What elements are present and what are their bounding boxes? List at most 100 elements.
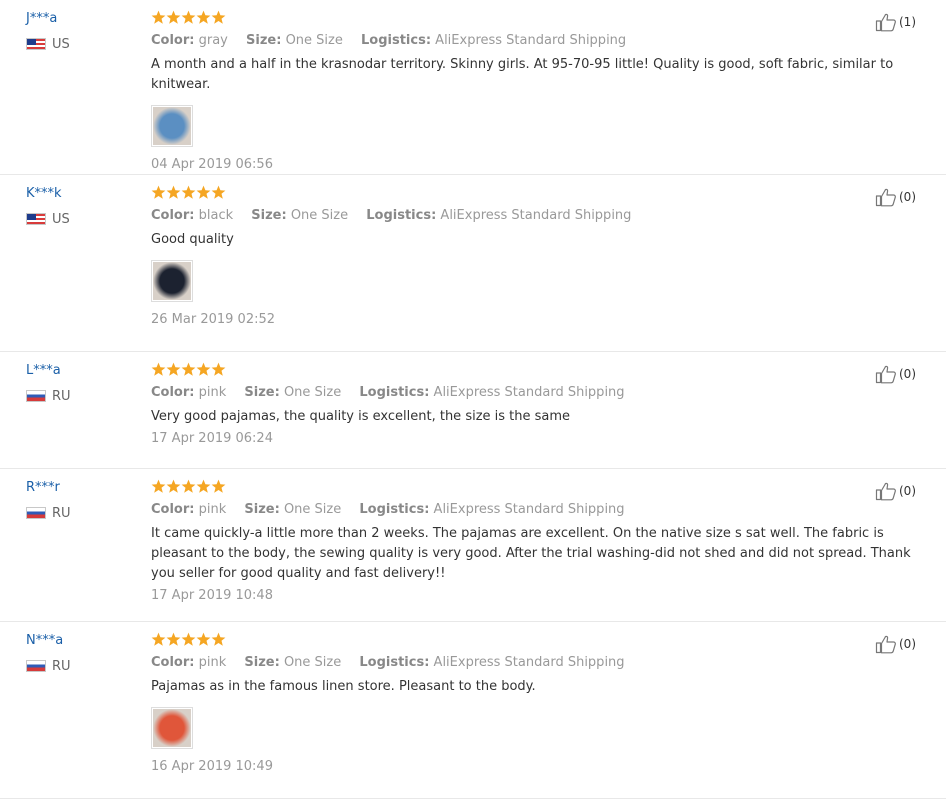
- size-label: Size:: [244, 502, 280, 517]
- review-photo-thumbnail[interactable]: [151, 105, 193, 147]
- star-icon: [196, 362, 211, 377]
- review-date: 17 Apr 2019 06:24: [151, 431, 273, 446]
- star-icon: [181, 185, 196, 200]
- review-text: Pajamas as in the famous linen store. Pl…: [151, 679, 536, 694]
- review-text: It came quickly-a little more than 2 wee…: [151, 526, 911, 581]
- logistics-label: Logistics:: [361, 33, 432, 48]
- reviewer-name[interactable]: L***a: [26, 362, 71, 380]
- review-item: N***a RU Color: pink Size: One Size Logi…: [0, 622, 946, 799]
- review-date: 26 Mar 2019 02:52: [151, 312, 276, 327]
- country-code: RU: [52, 658, 71, 674]
- review-text: Very good pajamas, the quality is excell…: [151, 409, 571, 424]
- color-label: Color:: [151, 502, 195, 517]
- reviewer-name[interactable]: J***a: [26, 10, 70, 28]
- star-icon: [166, 10, 181, 25]
- photo-image: [153, 262, 191, 300]
- reviewer-name[interactable]: R***r: [26, 479, 71, 497]
- star-rating: [151, 10, 916, 28]
- thumbs-up-icon: [875, 634, 899, 654]
- size-label: Size:: [246, 33, 282, 48]
- ru-flag-icon: [26, 390, 46, 402]
- helpful-count: (0): [899, 367, 916, 381]
- star-icon: [151, 10, 166, 25]
- reviewer-info: N***a RU: [26, 632, 71, 674]
- logistics-label: Logistics:: [359, 655, 430, 670]
- size-value: One Size: [283, 655, 342, 670]
- thumbs-up-icon: [875, 481, 899, 501]
- star-icon: [211, 632, 226, 647]
- helpful-count: (0): [899, 190, 916, 204]
- star-rating: [151, 479, 916, 497]
- color-label: Color:: [151, 208, 195, 223]
- logistics-label: Logistics:: [366, 208, 437, 223]
- star-icon: [166, 632, 181, 647]
- color-label: Color:: [151, 655, 195, 670]
- logistics-value: AliExpress Standard Shipping: [433, 385, 625, 400]
- color-value: pink: [198, 502, 227, 517]
- color-label: Color:: [151, 33, 195, 48]
- size-label: Size:: [251, 208, 287, 223]
- review-content: Color: pink Size: One Size Logistics: Al…: [151, 479, 916, 605]
- size-value: One Size: [283, 385, 342, 400]
- star-icon: [211, 185, 226, 200]
- reviewer-info: L***a RU: [26, 362, 71, 404]
- color-value: gray: [198, 33, 228, 48]
- color-value: black: [198, 208, 234, 223]
- order-info: Color: pink Size: One Size Logistics: Al…: [151, 654, 916, 672]
- reviewer-country: RU: [26, 658, 71, 674]
- reviewer-country: RU: [26, 505, 71, 521]
- reviewer-info: K***k US: [26, 185, 70, 227]
- review-item: J***a US Color: gray Size: One Size Logi…: [0, 0, 946, 175]
- order-info: Color: black Size: One Size Logistics: A…: [151, 207, 916, 225]
- review-item: L***a RU Color: pink Size: One Size Logi…: [0, 352, 946, 469]
- helpful-button[interactable]: (0): [875, 634, 916, 654]
- reviewer-name[interactable]: K***k: [26, 185, 70, 203]
- star-icon: [211, 362, 226, 377]
- reviewer-country: US: [26, 211, 70, 227]
- size-label: Size:: [244, 655, 280, 670]
- helpful-button[interactable]: (0): [875, 187, 916, 207]
- review-list: J***a US Color: gray Size: One Size Logi…: [0, 0, 946, 799]
- us-flag-icon: [26, 38, 46, 50]
- review-content: Color: pink Size: One Size Logistics: Al…: [151, 362, 916, 448]
- helpful-count: (0): [899, 484, 916, 498]
- helpful-button[interactable]: (0): [875, 364, 916, 384]
- helpful-button[interactable]: (1): [875, 12, 916, 32]
- reviewer-info: R***r RU: [26, 479, 71, 521]
- country-code: US: [52, 36, 70, 52]
- star-icon: [151, 632, 166, 647]
- reviewer-name[interactable]: N***a: [26, 632, 71, 650]
- review-text: Good quality: [151, 232, 234, 247]
- helpful-button[interactable]: (0): [875, 481, 916, 501]
- review-content: Color: black Size: One Size Logistics: A…: [151, 185, 916, 329]
- review-photo-thumbnail[interactable]: [151, 707, 193, 749]
- helpful-count: (1): [899, 15, 916, 29]
- country-code: RU: [52, 505, 71, 521]
- logistics-value: AliExpress Standard Shipping: [433, 502, 625, 517]
- review-content: Color: gray Size: One Size Logistics: Al…: [151, 10, 916, 174]
- star-icon: [181, 10, 196, 25]
- review-date: 04 Apr 2019 06:56: [151, 157, 273, 172]
- order-info: Color: pink Size: One Size Logistics: Al…: [151, 384, 916, 402]
- size-value: One Size: [283, 502, 342, 517]
- star-icon: [151, 185, 166, 200]
- star-rating: [151, 362, 916, 380]
- star-icon: [151, 479, 166, 494]
- color-label: Color:: [151, 385, 195, 400]
- review-photo-thumbnail[interactable]: [151, 260, 193, 302]
- color-value: pink: [198, 655, 227, 670]
- size-label: Size:: [244, 385, 280, 400]
- us-flag-icon: [26, 213, 46, 225]
- review-text: A month and a half in the krasnodar terr…: [151, 57, 894, 92]
- logistics-value: AliExpress Standard Shipping: [435, 33, 627, 48]
- star-icon: [166, 185, 181, 200]
- star-icon: [211, 479, 226, 494]
- ru-flag-icon: [26, 660, 46, 672]
- reviewer-country: US: [26, 36, 70, 52]
- logistics-label: Logistics:: [359, 385, 430, 400]
- review-content: Color: pink Size: One Size Logistics: Al…: [151, 632, 916, 776]
- star-icon: [211, 10, 226, 25]
- logistics-label: Logistics:: [359, 502, 430, 517]
- reviewer-info: J***a US: [26, 10, 70, 52]
- order-info: Color: gray Size: One Size Logistics: Al…: [151, 32, 916, 50]
